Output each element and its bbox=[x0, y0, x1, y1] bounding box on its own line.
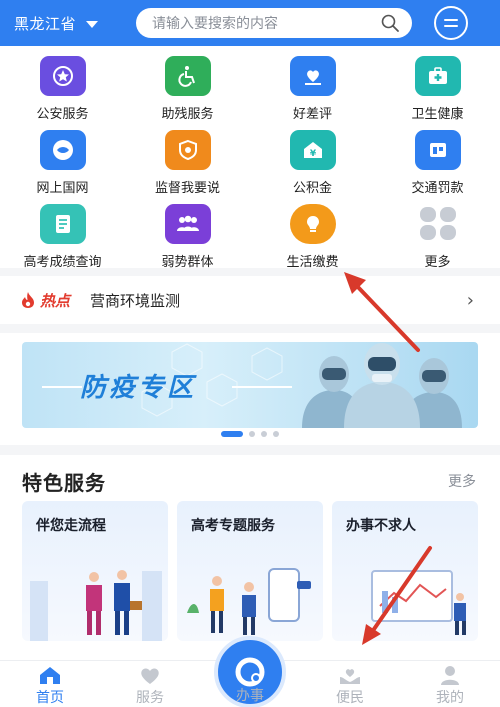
carousel-dot[interactable] bbox=[249, 431, 255, 437]
featured-services: 特色服务 更多 伴您走流程 高考专题服务 办事不求人 bbox=[0, 455, 500, 660]
search-icon bbox=[381, 14, 399, 32]
service-label: 卫生健康 bbox=[411, 107, 464, 122]
svg-text:¥: ¥ bbox=[309, 149, 316, 159]
bill-payment-icon bbox=[289, 204, 336, 244]
tab-profile[interactable]: 我的 bbox=[400, 661, 500, 707]
service-label: 网上国网 bbox=[36, 181, 89, 196]
service-label: 公安服务 bbox=[36, 107, 89, 122]
region-label: 黑龙江省 bbox=[14, 14, 77, 33]
heart-hands-icon bbox=[338, 665, 362, 685]
menu-line-icon bbox=[444, 25, 458, 27]
service-label: 助残服务 bbox=[161, 107, 214, 122]
housing-fund-icon: ¥ bbox=[289, 130, 336, 170]
service-supervision[interactable]: 监督我要说 bbox=[125, 122, 250, 196]
wheelchair-icon bbox=[164, 56, 211, 96]
students-phone-illustration bbox=[187, 568, 311, 635]
service-bill-payment[interactable]: 生活缴费 bbox=[250, 196, 375, 270]
feature-card-self-service[interactable]: 办事不求人 bbox=[332, 501, 478, 641]
service-power-grid[interactable]: 网上国网 bbox=[0, 122, 125, 196]
service-police[interactable]: 公安服务 bbox=[0, 48, 125, 122]
carousel-dot-active[interactable] bbox=[221, 431, 243, 437]
medical-kit-icon bbox=[414, 56, 461, 96]
tab-home[interactable]: 首页 bbox=[0, 661, 100, 707]
power-grid-icon bbox=[39, 130, 86, 170]
more-link[interactable]: 更多 bbox=[448, 471, 476, 491]
service-gaokao-score[interactable]: 高考成绩查询 bbox=[0, 196, 125, 270]
traffic-ticket-icon bbox=[414, 130, 461, 170]
tab-label: 我的 bbox=[436, 690, 464, 706]
service-label: 公积金 bbox=[292, 181, 332, 196]
hot-topic-bar[interactable]: 热点 营商环境监测 › bbox=[0, 276, 500, 324]
epidemic-banner[interactable]: 防疫专区 bbox=[22, 342, 478, 428]
chevron-right-icon: › bbox=[466, 289, 474, 311]
business-people-illustration bbox=[30, 570, 162, 641]
feature-card-gaokao[interactable]: 高考专题服务 bbox=[177, 501, 323, 641]
score-report-icon bbox=[39, 204, 86, 244]
tab-label: 便民 bbox=[336, 690, 364, 706]
search-input[interactable]: 请输入要搜索的内容 bbox=[136, 8, 412, 38]
service-more[interactable]: 更多 bbox=[375, 196, 500, 270]
service-housing-fund[interactable]: ¥ 公积金 bbox=[250, 122, 375, 196]
search-placeholder: 请输入要搜索的内容 bbox=[152, 16, 278, 32]
service-traffic-fines[interactable]: 交通罚款 bbox=[375, 122, 500, 196]
hot-topic-title: 营商环境监测 bbox=[90, 291, 181, 310]
tab-label: 首页 bbox=[36, 690, 64, 706]
tab-services[interactable]: 服务 bbox=[100, 661, 200, 707]
police-badge-icon bbox=[39, 56, 86, 96]
more-grid-icon bbox=[415, 204, 461, 244]
region-selector[interactable]: 黑龙江省 bbox=[14, 13, 124, 34]
heart-icon bbox=[138, 665, 162, 685]
tab-label: 办事 bbox=[236, 688, 264, 704]
tab-convenience[interactable]: 便民 bbox=[300, 661, 400, 707]
carousel-dot[interactable] bbox=[261, 431, 267, 437]
service-label: 更多 bbox=[424, 255, 451, 270]
carousel-dot[interactable] bbox=[273, 431, 279, 437]
home-icon bbox=[38, 665, 62, 685]
top-bar: 黑龙江省 请输入要搜索的内容 bbox=[0, 0, 500, 46]
feature-card-process[interactable]: 伴您走流程 bbox=[22, 501, 168, 641]
banner-section: 防疫专区 bbox=[0, 333, 500, 445]
hot-tag: 热点 bbox=[20, 290, 70, 311]
service-grid: 公安服务 助残服务 好差评 卫生健康 网上国网 监督我要说 ¥ 公积金 交通罚款… bbox=[0, 46, 500, 270]
heart-hand-icon bbox=[289, 56, 336, 96]
message-button[interactable] bbox=[434, 6, 468, 40]
service-health[interactable]: 卫生健康 bbox=[375, 48, 500, 122]
service-label: 弱势群体 bbox=[161, 255, 214, 270]
service-label: 高考成绩查询 bbox=[23, 255, 102, 270]
hot-tag-label: 热点 bbox=[40, 291, 71, 310]
chevron-down-icon bbox=[86, 20, 99, 28]
user-icon bbox=[438, 665, 462, 685]
data-dashboard-illustration bbox=[371, 570, 466, 635]
carousel-indicator bbox=[0, 431, 500, 437]
banner-title: 防疫专区 bbox=[80, 373, 197, 403]
service-disability[interactable]: 助残服务 bbox=[125, 48, 250, 122]
service-label: 生活缴费 bbox=[286, 255, 339, 270]
tab-label: 服务 bbox=[136, 690, 164, 706]
service-vulnerable-groups[interactable]: 弱势群体 bbox=[125, 196, 250, 270]
shield-icon bbox=[164, 130, 211, 170]
menu-line-icon bbox=[444, 19, 458, 21]
service-label: 好差评 bbox=[292, 107, 332, 122]
service-rating[interactable]: 好差评 bbox=[250, 48, 375, 122]
group-icon bbox=[164, 204, 211, 244]
service-label: 监督我要说 bbox=[154, 181, 220, 196]
section-title: 特色服务 bbox=[22, 471, 106, 495]
flame-icon bbox=[22, 292, 34, 308]
service-label: 交通罚款 bbox=[411, 181, 464, 196]
